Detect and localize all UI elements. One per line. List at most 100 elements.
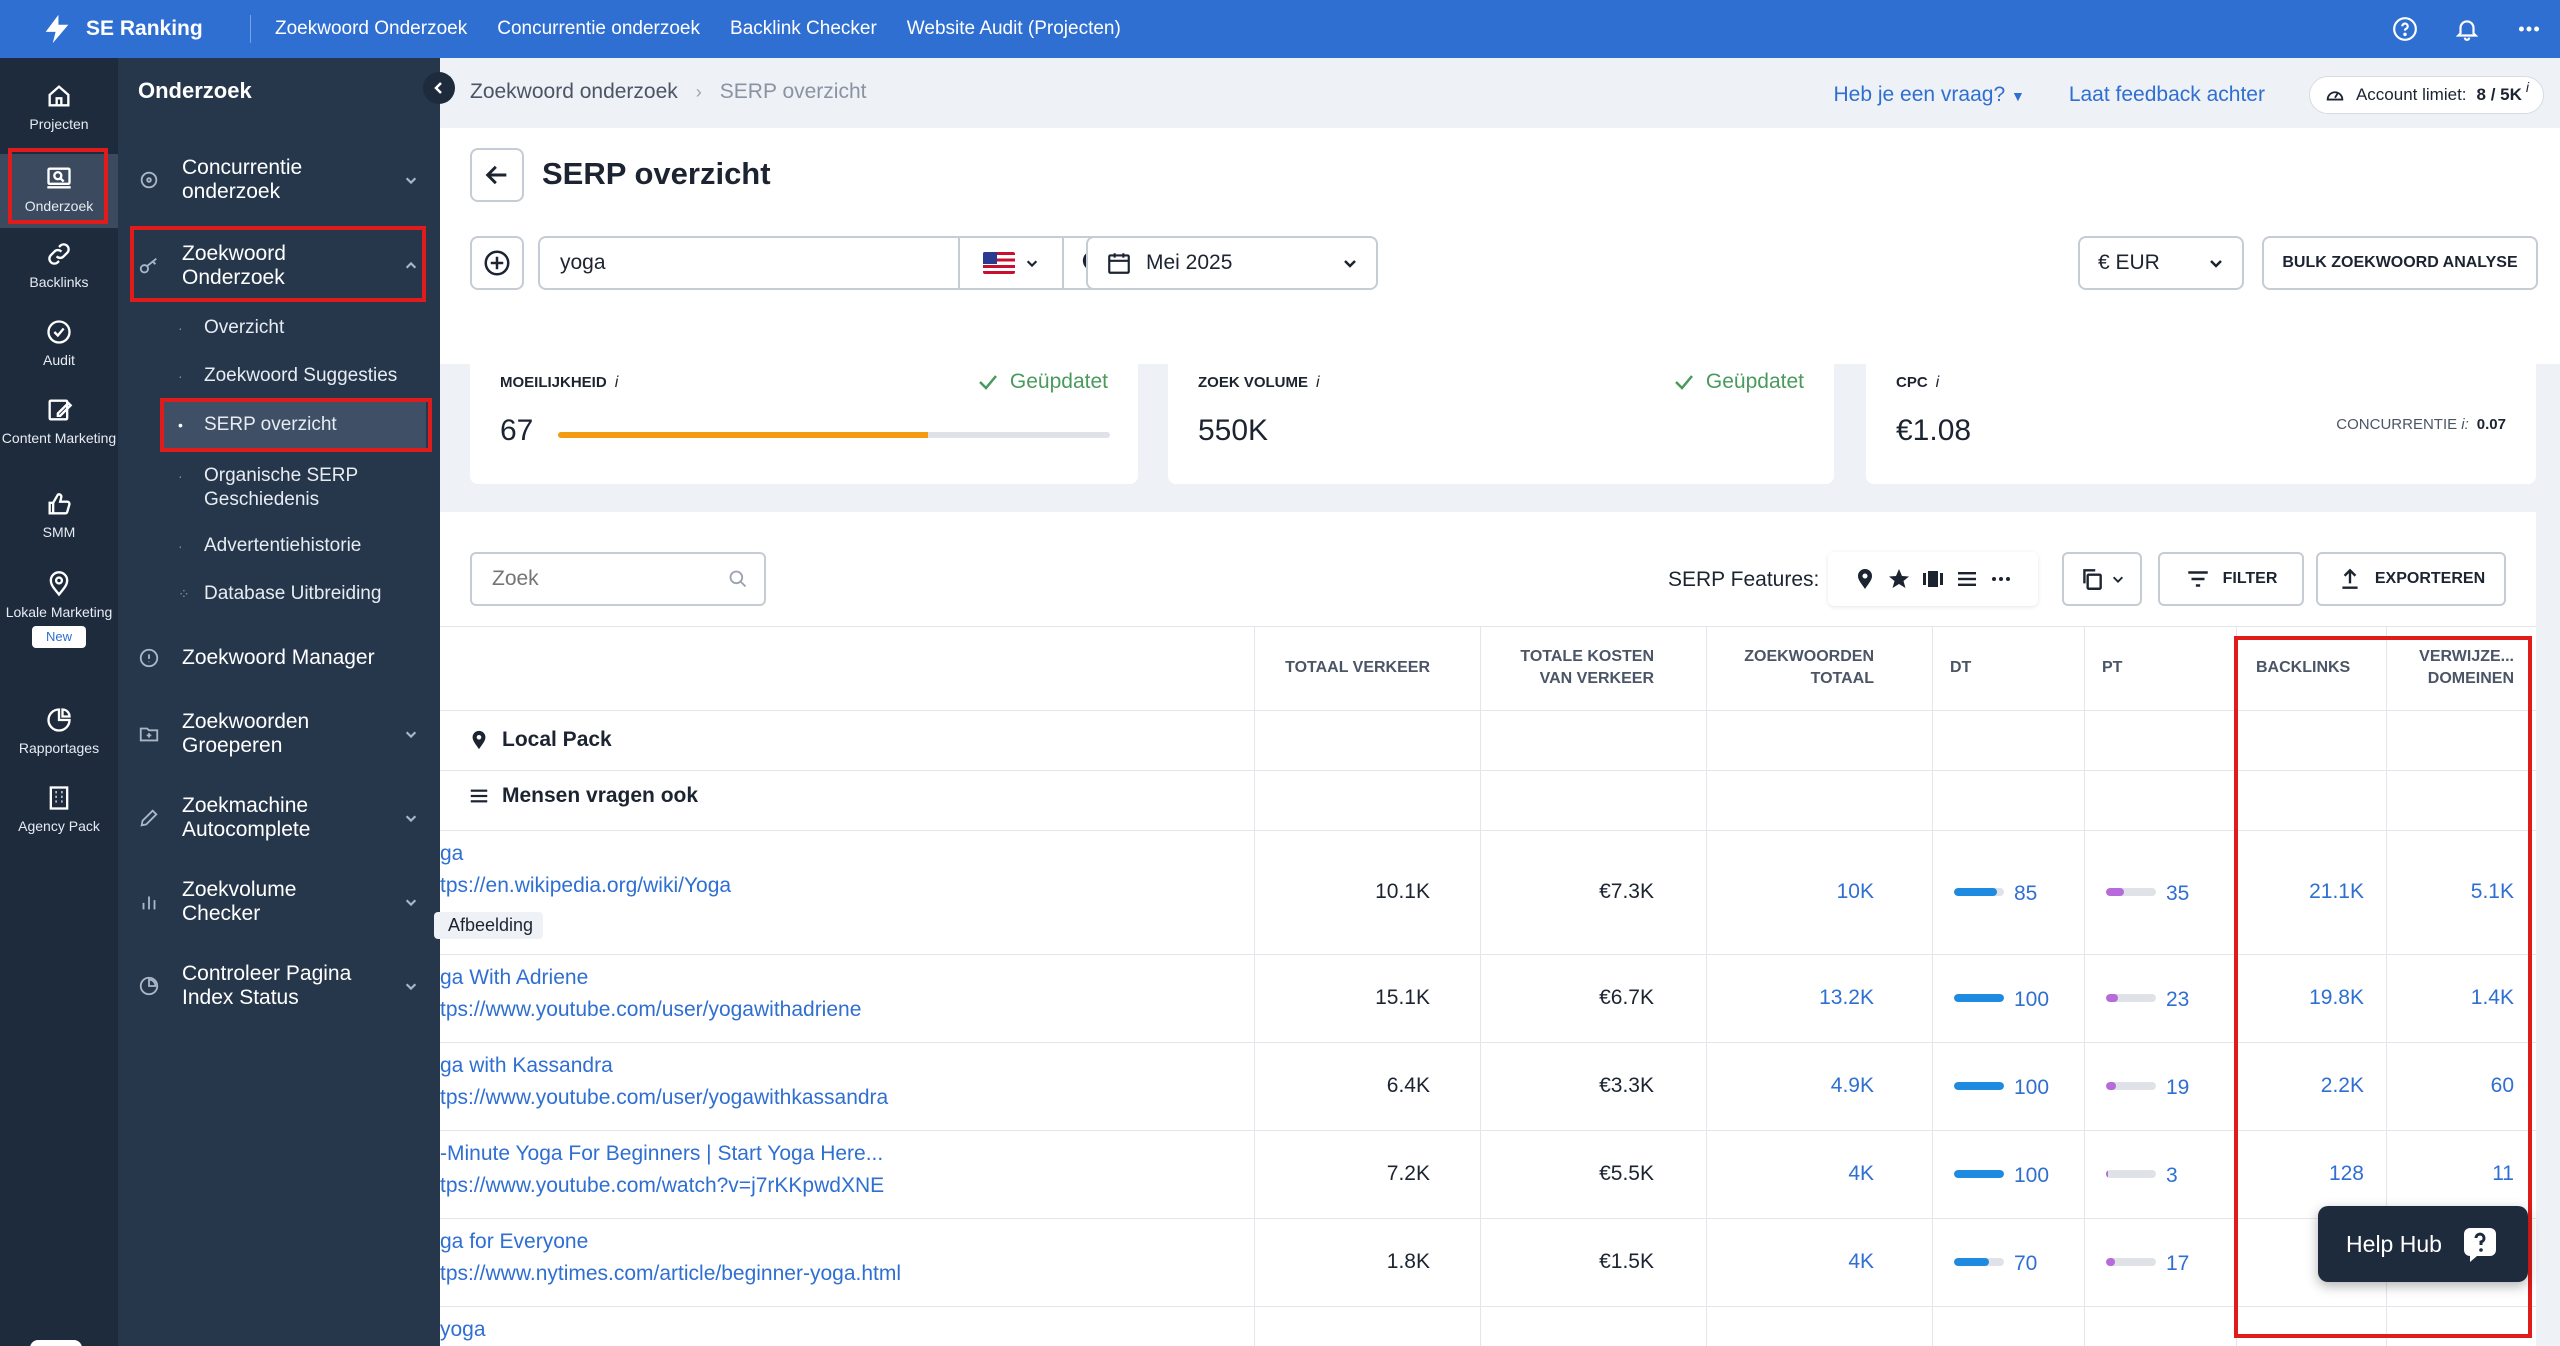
avatar[interactable]: TB	[30, 1340, 82, 1346]
subitem-zoekwoord-suggesties[interactable]: · Zoekwoord Suggesties	[178, 364, 428, 388]
rail-smm[interactable]: SMM	[0, 490, 118, 540]
result-url-link[interactable]: tps://www.youtube.com/watch?v=j7rKKpwdXN…	[440, 1174, 884, 1198]
cell-pt[interactable]: 17	[2166, 1252, 2189, 1276]
cell-keywords[interactable]: 10K	[1706, 880, 1874, 904]
cell-dt[interactable]: 100	[2014, 1164, 2049, 1188]
cell-dt[interactable]: 70	[2014, 1252, 2037, 1276]
more-icon[interactable]	[2516, 16, 2542, 42]
result-title-link[interactable]: yoga	[440, 1318, 486, 1342]
result-title-link[interactable]: ga for Everyone	[440, 1230, 588, 1254]
sidebar-item-zoekwoord-onderzoek[interactable]: Zoekwoord Onderzoek	[138, 242, 418, 290]
cell-keywords[interactable]: 4K	[1706, 1162, 1874, 1186]
rail-backlinks[interactable]: Backlinks	[0, 240, 118, 290]
cell-dt[interactable]: 100	[2014, 988, 2049, 1012]
col-backlinks[interactable]: BACKLINKS	[2256, 626, 2376, 710]
col-totaal-verkeer[interactable]: TOTAAL VERKEER	[1254, 626, 1430, 710]
cell-refdomains[interactable]: 11	[2400, 1162, 2514, 1186]
bell-icon[interactable]	[2454, 16, 2480, 42]
dt-bar	[1954, 888, 2004, 896]
sidebar-item-zoekwoorden-groeperen[interactable]: Zoekwoorden Groeperen	[138, 710, 418, 758]
col-verwijzende-domeinen[interactable]: VERWIJZE... DOMEINEN	[2390, 626, 2514, 710]
back-button[interactable]	[470, 148, 524, 202]
bulk-analysis-button[interactable]: BULK ZOEKWOORD ANALYSE	[2262, 236, 2538, 290]
result-title-link[interactable]: ga With Adriene	[440, 966, 588, 990]
cell-keywords[interactable]: 4.9K	[1706, 1074, 1874, 1098]
subitem-database-uitbreiding[interactable]: ⁘ Database Uitbreiding	[178, 582, 428, 606]
chevron-down-icon	[405, 983, 417, 991]
help-hub-button[interactable]: Help Hub	[2318, 1206, 2528, 1282]
cell-dt[interactable]: 85	[2014, 882, 2037, 906]
topnav-website-audit[interactable]: Website Audit (Projecten)	[907, 18, 1121, 40]
cell-keywords[interactable]: 4K	[1706, 1250, 1874, 1274]
info-icon[interactable]: i	[1316, 374, 1320, 391]
rail-rapportages[interactable]: Rapportages	[0, 706, 118, 756]
topnav-backlink-checker[interactable]: Backlink Checker	[730, 18, 877, 40]
feature-mensen-vragen-ook[interactable]: Mensen vragen ook	[468, 784, 698, 808]
result-url-link[interactable]: tps://www.youtube.com/user/yogawithkassa…	[440, 1086, 888, 1110]
app-logo[interactable]: SE Ranking	[0, 12, 250, 46]
cell-pt[interactable]: 3	[2166, 1164, 2178, 1188]
sidebar-item-concurrentie[interactable]: Concurrentie onderzoek	[138, 156, 418, 204]
subitem-overzicht[interactable]: · Overzicht	[178, 316, 428, 340]
date-select[interactable]: Mei 2025	[1086, 236, 1378, 290]
cpc-card: CPC i €1.08 CONCURRENTIE i: 0.07	[1866, 338, 2536, 484]
info-icon[interactable]: i	[1936, 374, 1940, 391]
sidebar-item-controleer-pagina[interactable]: Controleer Pagina Index Status	[138, 962, 418, 1010]
add-keyword-button[interactable]	[470, 236, 524, 290]
keyword-input[interactable]	[540, 239, 960, 287]
filter-button[interactable]: FILTER	[2158, 552, 2304, 606]
topnav-zoekwoord-onderzoek[interactable]: Zoekwoord Onderzoek	[275, 18, 467, 40]
copy-dropdown-button[interactable]	[2062, 552, 2142, 606]
account-limit[interactable]: Account limiet: 8 / 5K i	[2308, 76, 2544, 114]
col-dt[interactable]: DT	[1950, 626, 2010, 710]
country-select[interactable]	[958, 238, 1062, 288]
cell-backlinks[interactable]: 19.8K	[2256, 986, 2364, 1010]
subitem-serp-overzicht[interactable]: • SERP overzicht	[162, 402, 426, 448]
breadcrumb-parent[interactable]: Zoekwoord onderzoek	[470, 80, 678, 104]
col-pt[interactable]: PT	[2102, 626, 2162, 710]
cell-pt[interactable]: 23	[2166, 988, 2189, 1012]
subitem-advertentiehistorie[interactable]: · Advertentiehistorie	[178, 534, 428, 558]
rail-lokale-marketing[interactable]: Lokale Marketing New	[0, 570, 118, 648]
topnav-concurrentie-onderzoek[interactable]: Concurrentie onderzoek	[497, 18, 700, 40]
result-url-link[interactable]: tps://en.wikipedia.org/wiki/Yoga	[440, 874, 731, 898]
info-icon[interactable]: i	[615, 374, 619, 391]
result-title-link[interactable]: ga	[440, 842, 463, 866]
sidebar-item-zoekvolume-checker[interactable]: Zoekvolume Checker	[138, 878, 418, 926]
help-icon[interactable]	[2392, 16, 2418, 42]
cell-pt[interactable]: 35	[2166, 882, 2189, 906]
result-title-link[interactable]: ga with Kassandra	[440, 1054, 613, 1078]
rail-content-marketing[interactable]: Content Marketing	[0, 396, 118, 446]
row-divider	[440, 1130, 2536, 1131]
feature-local-pack[interactable]: Local Pack	[468, 728, 612, 752]
cell-backlinks[interactable]: 2.2K	[2256, 1074, 2364, 1098]
rail-onderzoek[interactable]: Onderzoek	[0, 154, 118, 228]
cell-backlinks[interactable]: 21.1K	[2256, 880, 2364, 904]
rail-audit[interactable]: Audit	[0, 318, 118, 368]
currency-select[interactable]: € EUR	[2078, 236, 2244, 290]
rail-projecten[interactable]: Projecten	[0, 82, 118, 132]
cell-keywords[interactable]: 13.2K	[1706, 986, 1874, 1010]
info-icon[interactable]: i:	[2461, 416, 2469, 433]
cell-refdomains[interactable]: 1.4K	[2400, 986, 2514, 1010]
export-button[interactable]: EXPORTEREN	[2316, 552, 2506, 606]
col-totale-kosten[interactable]: TOTALE KOSTEN VAN VERKEER	[1460, 626, 1654, 710]
cell-backlinks[interactable]: 128	[2256, 1162, 2364, 1186]
cell-pt[interactable]: 19	[2166, 1076, 2189, 1100]
cell-refdomains[interactable]: 5.1K	[2400, 880, 2514, 904]
subitem-organische-serp-geschiedenis[interactable]: · Organische SERP Geschiedenis	[178, 464, 428, 512]
result-url-link[interactable]: tps://www.nytimes.com/article/beginner-y…	[440, 1262, 901, 1286]
feedback-link[interactable]: Laat feedback achter	[2069, 83, 2265, 107]
result-url-link[interactable]: tps://www.youtube.com/user/yogawithadrie…	[440, 998, 861, 1022]
rail-agency-pack[interactable]: Agency Pack	[0, 784, 118, 834]
sidebar-item-zoekmachine-autocomplete[interactable]: Zoekmachine Autocomplete	[138, 794, 418, 842]
sidebar-item-zoekwoord-manager[interactable]: Zoekwoord Manager	[138, 646, 418, 670]
serp-features-filter[interactable]	[1828, 552, 2038, 606]
cell-refdomains[interactable]: 60	[2400, 1074, 2514, 1098]
row-divider	[440, 830, 2536, 831]
table-search-input[interactable]	[472, 567, 712, 591]
col-zoekwoorden-totaal[interactable]: ZOEKWOORDEN TOTAAL	[1680, 626, 1874, 710]
result-title-link[interactable]: -Minute Yoga For Beginners | Start Yoga …	[440, 1142, 883, 1166]
cell-dt[interactable]: 100	[2014, 1076, 2049, 1100]
question-dropdown[interactable]: Heb je een vraag? ▼	[1834, 83, 2025, 107]
